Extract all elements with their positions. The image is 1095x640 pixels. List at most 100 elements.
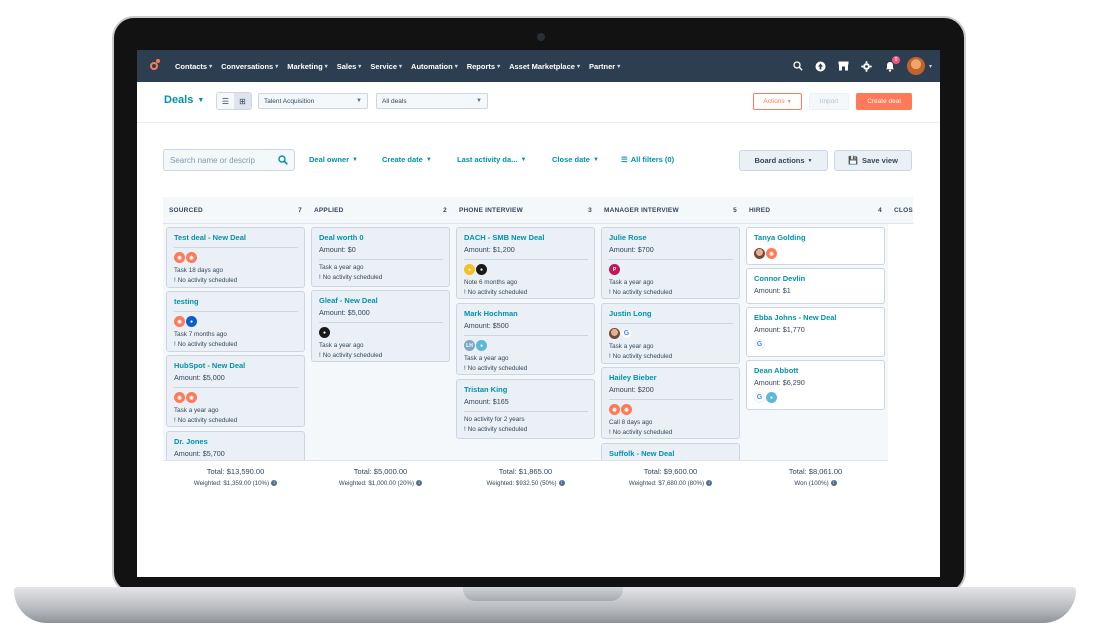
deal-card[interactable]: Mark Hochman Amount: $500 LH ● Task a yea… bbox=[456, 303, 595, 375]
board-actions-button[interactable]: Board actions ▼ bbox=[739, 150, 828, 171]
deal-card[interactable]: Connor Devlin Amount: $1 bbox=[746, 268, 885, 304]
settings-gear-icon[interactable] bbox=[861, 60, 873, 72]
deal-card[interactable]: DACH - SMB New Deal Amount: $1,200 ● ● No… bbox=[456, 227, 595, 299]
deal-title[interactable]: Justin Long bbox=[609, 309, 733, 318]
save-view-button[interactable]: 💾 Save view bbox=[834, 150, 912, 171]
deal-title[interactable]: HubSpot - New Deal bbox=[174, 361, 298, 370]
pipeline-select[interactable]: Talent Acquisition ▼ bbox=[258, 93, 368, 109]
create-date-filter[interactable]: Create date ▼ bbox=[382, 155, 432, 164]
deal-title[interactable]: testing bbox=[174, 297, 298, 306]
board-view-icon[interactable]: ⊞ bbox=[234, 93, 251, 109]
chevron-down-icon: ▾ bbox=[358, 63, 362, 70]
deal-card[interactable]: Dean Abbott Amount: $6,290 G ● bbox=[746, 360, 885, 410]
chevron-down-icon: ▾ bbox=[576, 63, 580, 70]
list-view-icon[interactable]: ☰ bbox=[217, 93, 234, 109]
deal-card[interactable]: Tanya Golding ◉ bbox=[746, 227, 885, 265]
deal-card[interactable]: Suffolk - New Deal bbox=[601, 443, 740, 460]
card-avatars: ◉ ● bbox=[174, 316, 298, 327]
schedule-text: No activity scheduled bbox=[612, 353, 673, 360]
schedule-text: No activity scheduled bbox=[177, 417, 238, 424]
deal-title[interactable]: Tanya Golding bbox=[754, 233, 878, 242]
info-icon[interactable]: i bbox=[271, 480, 278, 487]
deal-card[interactable]: testing ◉ ● Task 7 months ago ! No activit… bbox=[166, 291, 305, 352]
schedule-status: ! No activity scheduled bbox=[609, 353, 733, 360]
google-icon: G bbox=[754, 392, 765, 403]
deal-card[interactable]: Dr. Jones Amount: $5,700 bbox=[166, 431, 305, 460]
deal-card[interactable]: Test deal - New Deal ◉ ◉ Task 18 days ago… bbox=[166, 227, 305, 288]
deal-title[interactable]: DACH - SMB New Deal bbox=[464, 233, 588, 242]
deal-title[interactable]: Ebba Johns - New Deal bbox=[754, 313, 878, 322]
caret-down-icon: ▼ bbox=[352, 156, 358, 163]
last-activity-filter[interactable]: Last activity da... ▼ bbox=[457, 155, 526, 164]
deal-title[interactable]: Julie Rose bbox=[609, 233, 733, 242]
deal-card[interactable]: HubSpot - New Deal Amount: $5,000 ◉ ◉ Tas… bbox=[166, 355, 305, 427]
weighted-text: Weighted: $1,359.00 (10%) bbox=[193, 480, 270, 487]
all-filters-button[interactable]: ☰ All filters (0) bbox=[621, 155, 674, 164]
hubspot-logo-icon[interactable] bbox=[147, 59, 161, 73]
import-button[interactable]: Import bbox=[809, 93, 849, 110]
card-avatars: G bbox=[754, 339, 878, 350]
info-icon[interactable]: i bbox=[830, 480, 837, 487]
upgrade-icon[interactable] bbox=[815, 60, 827, 72]
card-divider bbox=[174, 247, 298, 248]
column-total: Total: $9,600.00 bbox=[643, 467, 698, 476]
deal-card[interactable]: Julie Rose Amount: $700 P Task a year ag… bbox=[601, 227, 740, 299]
deals-filter-select[interactable]: All deals ▼ bbox=[376, 93, 488, 109]
card-avatars: ◉ ◉ bbox=[174, 392, 298, 403]
deal-title[interactable]: Gleaf - New Deal bbox=[319, 296, 443, 305]
deal-title[interactable]: Dr. Jones bbox=[174, 437, 298, 446]
deal-owner-filter[interactable]: Deal owner ▼ bbox=[309, 155, 358, 164]
deal-title[interactable]: Tristan King bbox=[464, 385, 588, 394]
chevron-down-icon[interactable]: ▾ bbox=[929, 63, 932, 70]
info-icon[interactable]: i bbox=[706, 480, 713, 487]
deal-card[interactable]: Justin Long G Task a year ago ! No activi… bbox=[601, 303, 740, 364]
actions-button[interactable]: Actions ▼ bbox=[753, 93, 802, 110]
deal-card[interactable]: Hailey Bieber Amount: $200 ◉ ◉ Call 8 day… bbox=[601, 367, 740, 439]
deal-card[interactable]: Deal worth 0 Amount: $0 Task a year ago … bbox=[311, 227, 450, 287]
column-body bbox=[888, 224, 913, 460]
deal-title[interactable]: Deal worth 0 bbox=[319, 233, 443, 242]
nav-marketing[interactable]: Marketing ▾ bbox=[287, 62, 327, 71]
schedule-text: No activity scheduled bbox=[467, 365, 528, 372]
deal-title[interactable]: Dean Abbott bbox=[754, 366, 878, 375]
page-title[interactable]: Deals ▼ bbox=[164, 94, 204, 106]
marketplace-icon[interactable] bbox=[838, 60, 850, 72]
company-avatar-icon: ● bbox=[319, 327, 330, 338]
notifications-bell-icon[interactable]: 0 bbox=[884, 56, 900, 72]
user-avatar[interactable] bbox=[906, 57, 925, 75]
column-body: DACH - SMB New Deal Amount: $1,200 ● ● No… bbox=[453, 224, 598, 460]
nav-sales[interactable]: Sales ▾ bbox=[337, 62, 362, 71]
info-icon[interactable]: i bbox=[416, 480, 423, 487]
deal-title[interactable]: Test deal - New Deal bbox=[174, 233, 298, 242]
close-date-filter[interactable]: Close date ▼ bbox=[552, 155, 599, 164]
chevron-down-icon: ▾ bbox=[324, 63, 328, 70]
create-deal-button[interactable]: Create deal bbox=[856, 93, 912, 110]
column-body: Deal worth 0 Amount: $0 Task a year ago … bbox=[308, 224, 453, 460]
company-avatar-icon: P bbox=[609, 264, 620, 275]
nav-automation[interactable]: Automation ▾ bbox=[411, 62, 458, 71]
deal-card[interactable]: Tristan King Amount: $165 No activity fo… bbox=[456, 379, 595, 439]
column-count: 3 bbox=[588, 206, 592, 214]
deal-card[interactable]: Ebba Johns - New Deal Amount: $1,770 G bbox=[746, 307, 885, 357]
deal-amount: Amount: $1 bbox=[754, 286, 791, 295]
column-header: SOURCED 7 bbox=[163, 197, 308, 224]
nav-contacts[interactable]: Contacts ▾ bbox=[175, 62, 212, 71]
deal-title[interactable]: Hailey Bieber bbox=[609, 373, 733, 382]
deal-title[interactable]: Suffolk - New Deal bbox=[609, 449, 733, 458]
search-icon[interactable] bbox=[792, 60, 804, 72]
deal-title[interactable]: Mark Hochman bbox=[464, 309, 588, 318]
card-avatars: G bbox=[609, 328, 733, 339]
last-activity: Task a year ago bbox=[609, 279, 654, 286]
nav-conversations[interactable]: Conversations ▾ bbox=[221, 62, 278, 71]
deal-title[interactable]: Connor Devlin bbox=[754, 274, 878, 283]
nav-partner[interactable]: Partner ▾ bbox=[589, 62, 620, 71]
nav-asset-marketplace[interactable]: Asset Marketplace ▾ bbox=[509, 62, 580, 71]
search-input[interactable]: Search name or descrip bbox=[163, 149, 295, 171]
deal-card[interactable]: Gleaf - New Deal Amount: $5,000 ● Task a… bbox=[311, 290, 450, 362]
last-activity: Task a year ago bbox=[319, 264, 364, 271]
nav-service[interactable]: Service ▾ bbox=[370, 62, 402, 71]
column-name: HIRED bbox=[749, 206, 771, 214]
nav-reports[interactable]: Reports ▾ bbox=[467, 62, 500, 71]
info-icon[interactable]: i bbox=[558, 480, 565, 487]
card-divider bbox=[319, 322, 443, 323]
